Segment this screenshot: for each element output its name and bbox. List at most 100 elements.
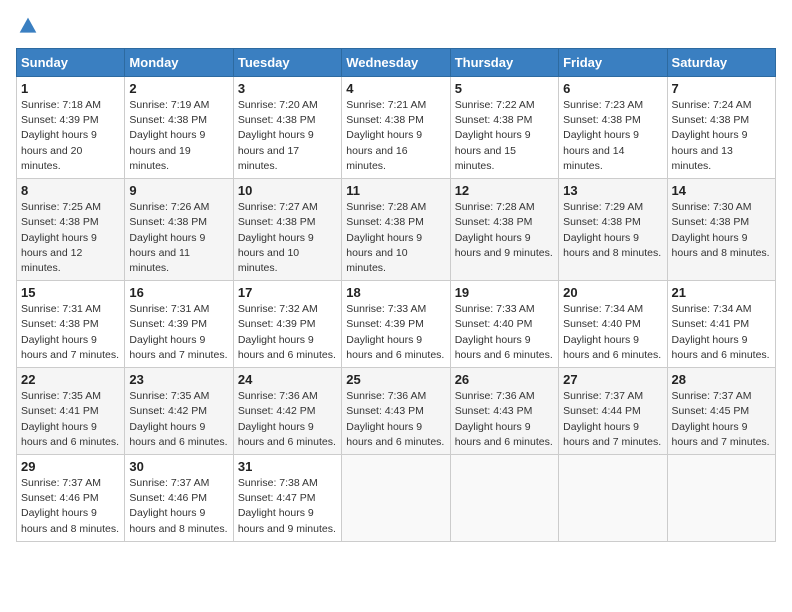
day-info: Sunrise: 7:21 AM Sunset: 4:38 PM Dayligh… [346, 98, 445, 174]
weekday-header-friday: Friday [559, 49, 667, 77]
weekday-header-thursday: Thursday [450, 49, 558, 77]
day-number: 2 [129, 81, 228, 96]
day-cell: 30 Sunrise: 7:37 AM Sunset: 4:46 PM Dayl… [125, 454, 233, 541]
day-info: Sunrise: 7:37 AM Sunset: 4:44 PM Dayligh… [563, 389, 662, 450]
day-cell: 18 Sunrise: 7:33 AM Sunset: 4:39 PM Dayl… [342, 281, 450, 368]
weekday-header-monday: Monday [125, 49, 233, 77]
day-number: 16 [129, 285, 228, 300]
day-info: Sunrise: 7:22 AM Sunset: 4:38 PM Dayligh… [455, 98, 554, 174]
day-info: Sunrise: 7:34 AM Sunset: 4:40 PM Dayligh… [563, 302, 662, 363]
day-number: 4 [346, 81, 445, 96]
day-cell: 26 Sunrise: 7:36 AM Sunset: 4:43 PM Dayl… [450, 368, 558, 455]
day-cell: 19 Sunrise: 7:33 AM Sunset: 4:40 PM Dayl… [450, 281, 558, 368]
day-info: Sunrise: 7:29 AM Sunset: 4:38 PM Dayligh… [563, 200, 662, 261]
day-number: 10 [238, 183, 337, 198]
day-cell: 1 Sunrise: 7:18 AM Sunset: 4:39 PM Dayli… [17, 77, 125, 179]
day-cell: 5 Sunrise: 7:22 AM Sunset: 4:38 PM Dayli… [450, 77, 558, 179]
day-cell: 14 Sunrise: 7:30 AM Sunset: 4:38 PM Dayl… [667, 179, 775, 281]
day-cell: 6 Sunrise: 7:23 AM Sunset: 4:38 PM Dayli… [559, 77, 667, 179]
day-cell [342, 454, 450, 541]
day-cell: 29 Sunrise: 7:37 AM Sunset: 4:46 PM Dayl… [17, 454, 125, 541]
day-number: 23 [129, 372, 228, 387]
header [16, 16, 776, 36]
day-number: 24 [238, 372, 337, 387]
day-cell: 16 Sunrise: 7:31 AM Sunset: 4:39 PM Dayl… [125, 281, 233, 368]
day-cell: 8 Sunrise: 7:25 AM Sunset: 4:38 PM Dayli… [17, 179, 125, 281]
week-row-1: 1 Sunrise: 7:18 AM Sunset: 4:39 PM Dayli… [17, 77, 776, 179]
day-number: 7 [672, 81, 771, 96]
day-number: 18 [346, 285, 445, 300]
week-row-4: 22 Sunrise: 7:35 AM Sunset: 4:41 PM Dayl… [17, 368, 776, 455]
day-number: 9 [129, 183, 228, 198]
day-cell [559, 454, 667, 541]
day-cell: 11 Sunrise: 7:28 AM Sunset: 4:38 PM Dayl… [342, 179, 450, 281]
day-info: Sunrise: 7:23 AM Sunset: 4:38 PM Dayligh… [563, 98, 662, 174]
day-number: 27 [563, 372, 662, 387]
day-info: Sunrise: 7:33 AM Sunset: 4:40 PM Dayligh… [455, 302, 554, 363]
calendar: SundayMondayTuesdayWednesdayThursdayFrid… [16, 48, 776, 542]
day-cell: 10 Sunrise: 7:27 AM Sunset: 4:38 PM Dayl… [233, 179, 341, 281]
day-number: 20 [563, 285, 662, 300]
day-info: Sunrise: 7:31 AM Sunset: 4:38 PM Dayligh… [21, 302, 120, 363]
day-cell: 4 Sunrise: 7:21 AM Sunset: 4:38 PM Dayli… [342, 77, 450, 179]
weekday-header-saturday: Saturday [667, 49, 775, 77]
day-info: Sunrise: 7:18 AM Sunset: 4:39 PM Dayligh… [21, 98, 120, 174]
day-info: Sunrise: 7:24 AM Sunset: 4:38 PM Dayligh… [672, 98, 771, 174]
day-number: 1 [21, 81, 120, 96]
day-number: 21 [672, 285, 771, 300]
day-cell: 27 Sunrise: 7:37 AM Sunset: 4:44 PM Dayl… [559, 368, 667, 455]
logo-icon [18, 16, 38, 36]
page-container: SundayMondayTuesdayWednesdayThursdayFrid… [0, 0, 792, 550]
day-number: 15 [21, 285, 120, 300]
day-cell: 23 Sunrise: 7:35 AM Sunset: 4:42 PM Dayl… [125, 368, 233, 455]
day-info: Sunrise: 7:31 AM Sunset: 4:39 PM Dayligh… [129, 302, 228, 363]
day-cell: 12 Sunrise: 7:28 AM Sunset: 4:38 PM Dayl… [450, 179, 558, 281]
day-info: Sunrise: 7:27 AM Sunset: 4:38 PM Dayligh… [238, 200, 337, 276]
logo [16, 16, 38, 36]
day-info: Sunrise: 7:36 AM Sunset: 4:43 PM Dayligh… [346, 389, 445, 450]
day-info: Sunrise: 7:19 AM Sunset: 4:38 PM Dayligh… [129, 98, 228, 174]
day-cell: 28 Sunrise: 7:37 AM Sunset: 4:45 PM Dayl… [667, 368, 775, 455]
day-cell: 25 Sunrise: 7:36 AM Sunset: 4:43 PM Dayl… [342, 368, 450, 455]
day-info: Sunrise: 7:36 AM Sunset: 4:43 PM Dayligh… [455, 389, 554, 450]
day-cell: 3 Sunrise: 7:20 AM Sunset: 4:38 PM Dayli… [233, 77, 341, 179]
day-info: Sunrise: 7:26 AM Sunset: 4:38 PM Dayligh… [129, 200, 228, 276]
day-number: 8 [21, 183, 120, 198]
day-info: Sunrise: 7:33 AM Sunset: 4:39 PM Dayligh… [346, 302, 445, 363]
day-cell: 21 Sunrise: 7:34 AM Sunset: 4:41 PM Dayl… [667, 281, 775, 368]
day-number: 28 [672, 372, 771, 387]
day-number: 19 [455, 285, 554, 300]
day-number: 3 [238, 81, 337, 96]
day-cell: 31 Sunrise: 7:38 AM Sunset: 4:47 PM Dayl… [233, 454, 341, 541]
day-cell: 22 Sunrise: 7:35 AM Sunset: 4:41 PM Dayl… [17, 368, 125, 455]
day-number: 14 [672, 183, 771, 198]
day-info: Sunrise: 7:35 AM Sunset: 4:42 PM Dayligh… [129, 389, 228, 450]
day-info: Sunrise: 7:28 AM Sunset: 4:38 PM Dayligh… [346, 200, 445, 276]
day-cell: 17 Sunrise: 7:32 AM Sunset: 4:39 PM Dayl… [233, 281, 341, 368]
day-number: 25 [346, 372, 445, 387]
day-cell [450, 454, 558, 541]
day-cell: 20 Sunrise: 7:34 AM Sunset: 4:40 PM Dayl… [559, 281, 667, 368]
day-number: 17 [238, 285, 337, 300]
day-info: Sunrise: 7:35 AM Sunset: 4:41 PM Dayligh… [21, 389, 120, 450]
day-number: 5 [455, 81, 554, 96]
day-number: 29 [21, 459, 120, 474]
day-info: Sunrise: 7:34 AM Sunset: 4:41 PM Dayligh… [672, 302, 771, 363]
day-info: Sunrise: 7:20 AM Sunset: 4:38 PM Dayligh… [238, 98, 337, 174]
day-info: Sunrise: 7:36 AM Sunset: 4:42 PM Dayligh… [238, 389, 337, 450]
day-cell [667, 454, 775, 541]
day-info: Sunrise: 7:28 AM Sunset: 4:38 PM Dayligh… [455, 200, 554, 261]
weekday-header-wednesday: Wednesday [342, 49, 450, 77]
weekday-header-row: SundayMondayTuesdayWednesdayThursdayFrid… [17, 49, 776, 77]
weekday-header-tuesday: Tuesday [233, 49, 341, 77]
day-cell: 2 Sunrise: 7:19 AM Sunset: 4:38 PM Dayli… [125, 77, 233, 179]
day-cell: 15 Sunrise: 7:31 AM Sunset: 4:38 PM Dayl… [17, 281, 125, 368]
day-info: Sunrise: 7:30 AM Sunset: 4:38 PM Dayligh… [672, 200, 771, 261]
day-info: Sunrise: 7:32 AM Sunset: 4:39 PM Dayligh… [238, 302, 337, 363]
week-row-2: 8 Sunrise: 7:25 AM Sunset: 4:38 PM Dayli… [17, 179, 776, 281]
day-cell: 7 Sunrise: 7:24 AM Sunset: 4:38 PM Dayli… [667, 77, 775, 179]
day-info: Sunrise: 7:37 AM Sunset: 4:46 PM Dayligh… [21, 476, 120, 537]
week-row-5: 29 Sunrise: 7:37 AM Sunset: 4:46 PM Dayl… [17, 454, 776, 541]
day-number: 12 [455, 183, 554, 198]
day-info: Sunrise: 7:25 AM Sunset: 4:38 PM Dayligh… [21, 200, 120, 276]
